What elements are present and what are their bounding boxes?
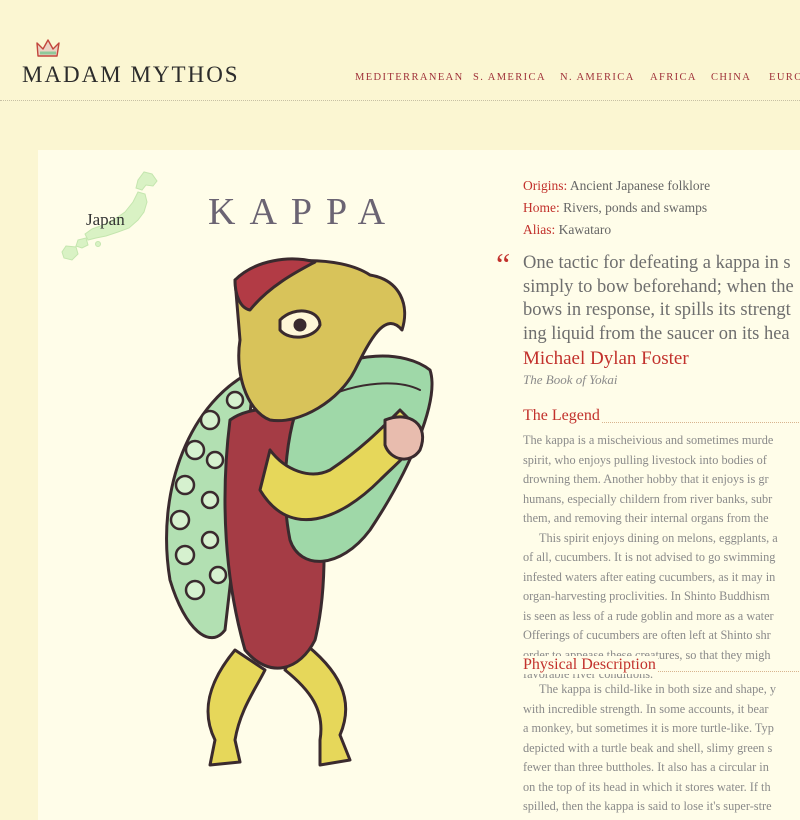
text-line: This spirit enjoys dining on melons, egg… (539, 530, 778, 545)
text-line: The kappa is child-like in both size and… (539, 682, 776, 696)
nav-item-mediterranean[interactable]: MEDITERRANEAN (355, 72, 464, 83)
fact-label: Origins: (523, 178, 568, 193)
main-nav: MEDITERRANEAN S. AMERICA N. AMERICA AFRI… (0, 72, 800, 86)
fact-label: Alias: (523, 222, 556, 237)
quote-line: One tactic for defeating a kappa in s (523, 253, 791, 273)
text-line: depicted with a turtle beak and shell, s… (523, 740, 773, 755)
text-line: fewer than three buttholes. It also has … (523, 760, 769, 774)
site-header: MADAM MYTHOS MEDITERRANEAN S. AMERICA N.… (0, 0, 800, 101)
fact-value: Rivers, ponds and swamps (559, 200, 708, 215)
fact-label: Home: (523, 200, 560, 215)
pull-quote: One tactic for defeating a kappa in s si… (523, 252, 800, 346)
nav-item-europe[interactable]: EURO (769, 72, 800, 83)
text-line: is seen as less of a rude goblin and mor… (523, 608, 774, 623)
fact-value: Kawataro (555, 222, 612, 237)
header-divider (0, 100, 800, 101)
text-line: a monkey, but sometimes it is more turtl… (523, 721, 774, 735)
quote-source: The Book of Yokai (523, 372, 618, 387)
section-heading-text: Physical Description (523, 656, 658, 674)
section-heading-text: The Legend (523, 407, 602, 425)
text-line: drowning them. Another hobby that it enj… (523, 472, 769, 486)
quote-line: simply to bow beforehand; when the (523, 276, 794, 297)
text-line: Offerings of cucumbers are often left at… (523, 628, 771, 642)
text-line: infested waters after eating cucumbers, … (523, 569, 776, 584)
nav-item-north-america[interactable]: N. AMERICA (560, 72, 635, 83)
kappa-illustration (165, 257, 434, 767)
section-heading-legend: The Legend (523, 407, 800, 427)
fact-value: Ancient Japanese folklore (567, 178, 711, 193)
text-line: of all, cucumbers. It is not advised to … (523, 550, 776, 564)
nav-item-china[interactable]: CHINA (711, 72, 751, 83)
crown-logo-icon (36, 39, 60, 57)
fact-origins: Origins: Ancient Japanese folklore (523, 178, 800, 194)
quote-line: ing liquid from the saucer on its hea (523, 323, 790, 344)
text-line: humans, especially childern from river b… (523, 491, 773, 506)
text-line: them, and removing their internal organs… (523, 511, 769, 525)
fact-home: Home: Rivers, ponds and swamps (523, 200, 800, 216)
text-line: organ-harvesting proclivities. In Shinto… (523, 589, 770, 603)
fact-alias: Alias: Kawataro (523, 222, 800, 238)
map-region-label: Japan (86, 210, 125, 229)
legend-text: The kappa is a mischeivious and sometime… (523, 431, 800, 685)
nav-item-south-america[interactable]: S. AMERICA (473, 72, 546, 83)
section-heading-physical: Physical Description (523, 656, 800, 676)
page-title: KAPPA (208, 191, 400, 233)
nav-item-africa[interactable]: AFRICA (650, 72, 697, 83)
quote-line: bows in response, it spills its strengt (523, 300, 791, 320)
text-line: with incredible strength. In some accoun… (523, 701, 769, 716)
physical-text: The kappa is child-like in both size and… (523, 680, 800, 817)
quote-mark-icon: “ (496, 246, 511, 282)
text-line: The kappa is a mischeivious and sometime… (523, 433, 774, 447)
quote-author: Michael Dylan Foster (523, 348, 689, 369)
text-line: spirit, who enjoys pulling livestock int… (523, 452, 767, 467)
text-line: on the top of its head in which it store… (523, 779, 771, 794)
